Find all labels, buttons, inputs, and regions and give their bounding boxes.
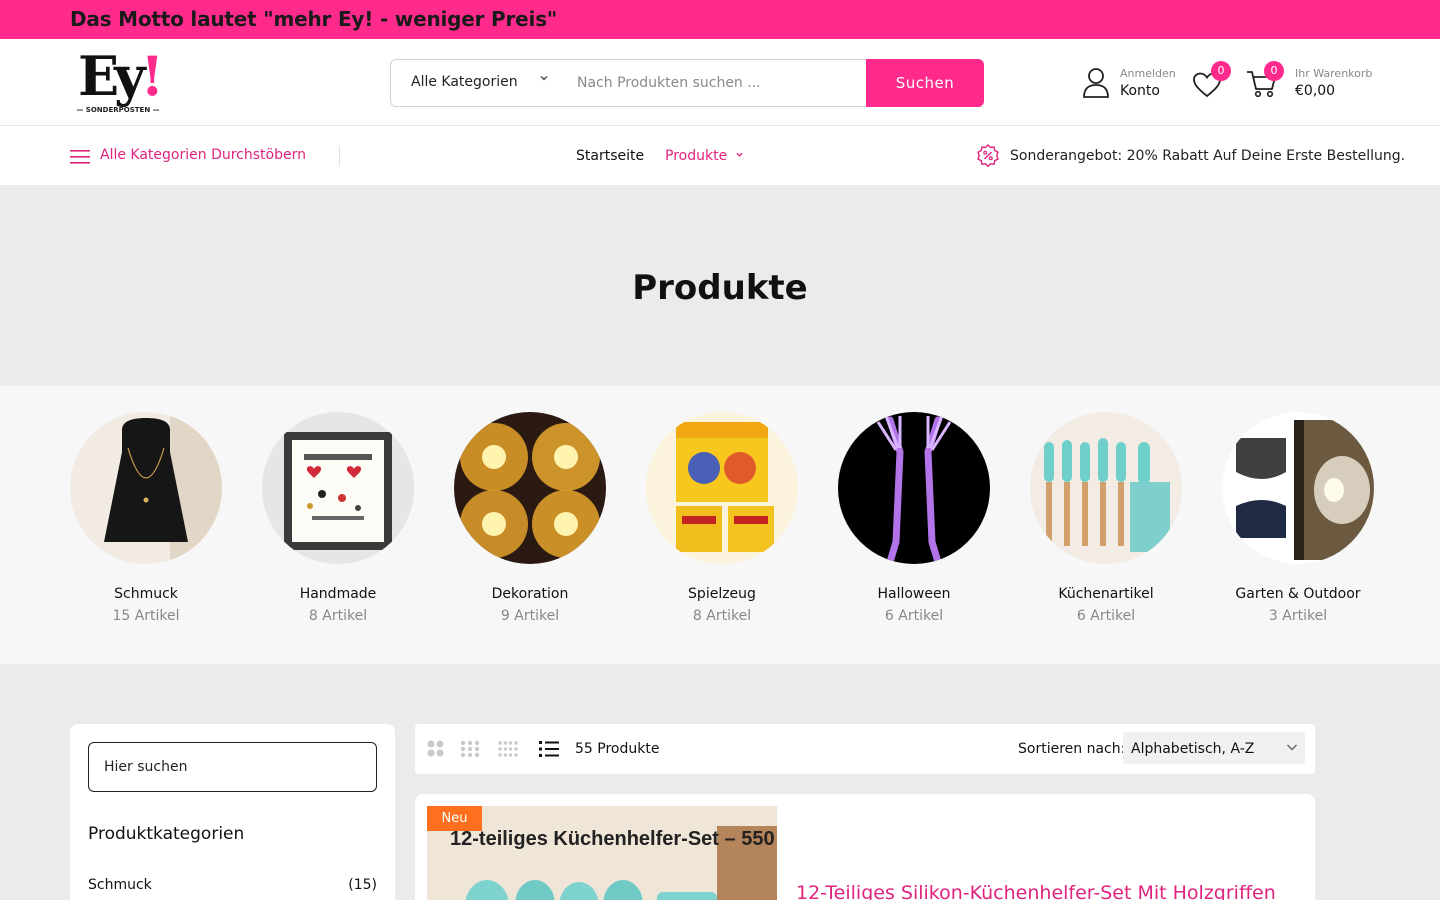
category-image[interactable] [262, 412, 414, 564]
search-input[interactable] [577, 68, 857, 98]
category-image[interactable] [1030, 412, 1182, 564]
sidebar-search-input[interactable] [88, 742, 377, 792]
category-card-schmuck[interactable]: Schmuck 15 Artikel [70, 412, 222, 624]
announcement-text: Das Motto lautet "mehr Ey! - weniger Pre… [70, 7, 558, 31]
category-count: 15 Artikel [112, 608, 180, 624]
category-name: Handmade [299, 586, 377, 602]
category-carousel: Schmuck 15 Artikel Handmade 8 Artikel De… [0, 386, 1440, 664]
category-name: Küchenartikel [1058, 586, 1154, 602]
product-categories-heading: Produktkategorien [88, 824, 245, 844]
category-image[interactable] [646, 412, 798, 564]
sort-select[interactable]: Alphabetisch, A-Z [1123, 732, 1305, 764]
category-count: 3 Artikel [1268, 608, 1328, 624]
chevron-down-icon[interactable] [539, 72, 549, 87]
login-label: Anmelden [1120, 67, 1176, 80]
logo-main-text: Ey [78, 44, 146, 108]
cart-total: €0,00 [1295, 83, 1336, 99]
wishlist-count-badge: 0 [1211, 61, 1231, 81]
new-badge: Neu [427, 806, 482, 831]
hamburger-menu-icon [70, 150, 90, 164]
list-view-icon[interactable] [538, 739, 560, 759]
nav-products-label: Produkte [665, 148, 728, 164]
page-hero: Produkte [0, 185, 1440, 386]
sidebar-category-schmuck[interactable]: Schmuck (15) [88, 877, 377, 893]
category-card-handmade[interactable]: Handmade 8 Artikel [262, 412, 414, 624]
chevron-down-icon [1287, 744, 1297, 751]
discount-badge-icon [977, 144, 999, 168]
category-count: 9 Artikel [500, 608, 560, 624]
site-header: Ey! — SONDERPOSTEN — Alle Kategorien Suc… [0, 39, 1440, 126]
category-name: Halloween [877, 586, 951, 602]
category-card-garten-outdoor[interactable]: Garten & Outdoor 3 Artikel [1222, 412, 1374, 624]
search-category-select[interactable]: Alle Kategorien [411, 74, 518, 90]
nav-divider [339, 146, 340, 166]
nav-link-products[interactable]: Produkte [665, 148, 744, 164]
search-button[interactable]: Suchen [866, 59, 984, 107]
product-card[interactable]: 12-teiliges Küchenhelfer-Set – 550 g Neu… [415, 794, 1315, 900]
category-card-kuechenartikel[interactable]: Küchenartikel 6 Artikel [1030, 412, 1182, 624]
logo-subtitle: — SONDERPOSTEN — [76, 106, 160, 114]
product-image-caption: 12-teiliges Küchenhelfer-Set – 550 g [450, 828, 777, 850]
product-search: Alle Kategorien Suchen [390, 59, 984, 107]
chevron-down-icon [735, 152, 743, 157]
grid-3-view-icon[interactable] [459, 739, 481, 759]
product-title-link[interactable]: 12-Teiliges Silikon-Küchenhelfer-Set Mit… [796, 882, 1276, 900]
user-icon [1083, 68, 1109, 98]
cart-button[interactable]: 0 Ihr Warenkorb €0,00 [1246, 61, 1376, 101]
category-name: Dekoration [491, 586, 569, 602]
nav-link-home[interactable]: Startseite [576, 148, 644, 164]
sort-label: Sortieren nach: [1018, 741, 1126, 757]
shop-toolbar: 55 Produkte Sortieren nach: Alphabetisch… [415, 724, 1315, 774]
result-count: 55 Produkte [575, 741, 660, 757]
category-count: 8 Artikel [692, 608, 752, 624]
main-navigation: Alle Kategorien Durchstöbern Startseite … [0, 126, 1440, 185]
all-categories-label: Alle Kategorien Durchstöbern [100, 147, 306, 163]
account-link[interactable]: Anmelden Konto [1082, 67, 1182, 101]
category-card-dekoration[interactable]: Dekoration 9 Artikel [454, 412, 606, 624]
site-logo[interactable]: Ey! — SONDERPOSTEN — [74, 47, 166, 117]
account-label: Konto [1120, 83, 1160, 99]
promo-text: Sonderangebot: 20% Rabatt Auf Deine Erst… [1010, 148, 1406, 164]
page-title: Produkte [632, 268, 808, 308]
grid-2-view-icon[interactable] [425, 739, 447, 759]
category-count: 6 Artikel [1076, 608, 1136, 624]
category-count: 8 Artikel [308, 608, 368, 624]
category-image[interactable] [838, 412, 990, 564]
category-name: Garten & Outdoor [1235, 586, 1361, 602]
category-image[interactable] [70, 412, 222, 564]
category-count: 6 Artikel [884, 608, 944, 624]
category-name: Spielzeug [688, 586, 756, 602]
category-name: Schmuck [114, 586, 178, 602]
filter-sidebar: Produktkategorien Schmuck (15) [70, 724, 395, 900]
announcement-bar: Das Motto lautet "mehr Ey! - weniger Pre… [0, 0, 1440, 39]
category-card-halloween[interactable]: Halloween 6 Artikel [838, 412, 990, 624]
wishlist-button[interactable]: 0 [1192, 61, 1232, 99]
grid-4-view-icon[interactable] [497, 739, 519, 759]
sidebar-category-count: (15) [348, 877, 377, 893]
sort-selected-value: Alphabetisch, A-Z [1131, 741, 1255, 757]
sidebar-category-label: Schmuck [88, 877, 152, 893]
logo-bang: ! [140, 44, 165, 108]
cart-label: Ihr Warenkorb [1295, 67, 1373, 80]
cart-count-badge: 0 [1264, 61, 1284, 81]
category-image[interactable] [1222, 412, 1374, 564]
category-card-spielzeug[interactable]: Spielzeug 8 Artikel [646, 412, 798, 624]
category-image[interactable] [454, 412, 606, 564]
